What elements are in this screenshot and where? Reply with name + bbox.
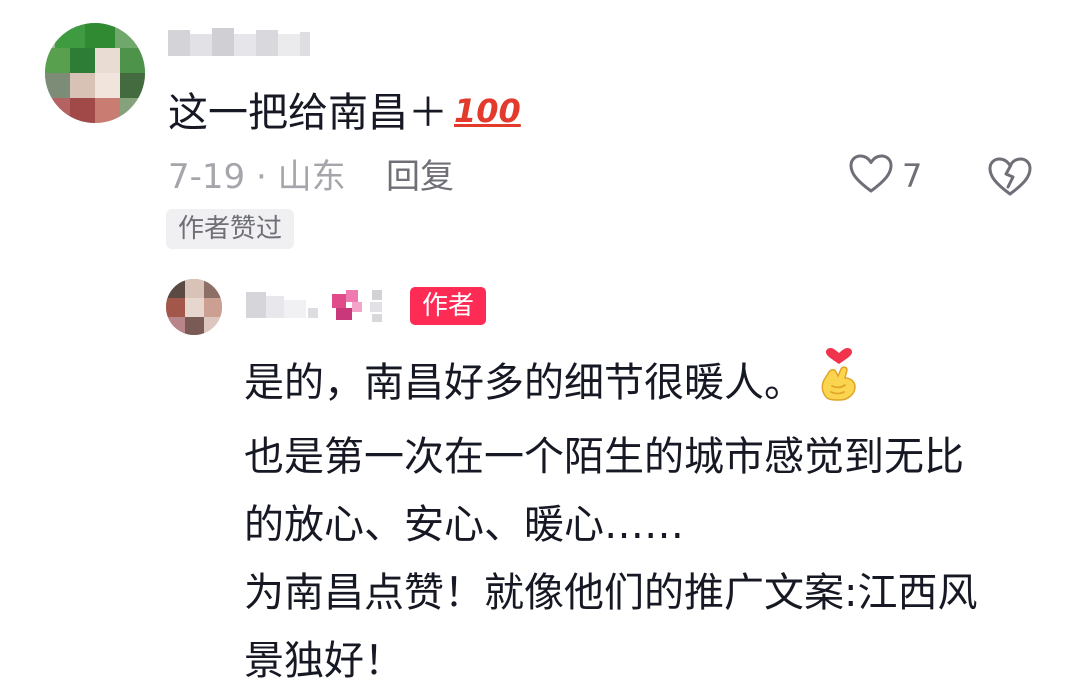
comment-date-location: 7-19 · 山东 — [168, 157, 346, 197]
broken-heart-icon — [986, 157, 1034, 204]
comment-text: 这一把给南昌＋ 100 — [168, 85, 521, 139]
reply-line: 景独好！ — [244, 638, 404, 684]
finger-heart-icon — [818, 348, 860, 423]
author-badge: 作者 — [410, 287, 487, 325]
commenter-username[interactable] — [168, 28, 310, 58]
author-liked-tag: 作者赞过 — [166, 209, 295, 249]
like-button[interactable]: 7 — [848, 152, 922, 200]
commenter-avatar[interactable] — [45, 23, 145, 123]
reply-line: 的放心、安心、暖心…… — [244, 502, 684, 548]
author-avatar[interactable] — [166, 279, 222, 335]
dislike-button[interactable] — [986, 152, 1034, 200]
reply-line: 是的，南昌好多的细节很暖人。 — [244, 348, 977, 423]
heart-outline-icon — [848, 153, 894, 199]
reply-button[interactable]: 回复 — [386, 155, 454, 199]
comment-body: 这一把给南昌＋ — [168, 90, 448, 136]
author-username[interactable] — [244, 286, 404, 326]
hundred-points-icon: 100 — [454, 92, 521, 130]
reply-line: 也是第一次在一个陌生的城市感觉到无比 — [244, 434, 964, 480]
reply-line: 为南昌点赞！就像他们的推广文案:江西风 — [244, 570, 978, 616]
like-count: 7 — [902, 157, 923, 195]
reply-text: 是的，南昌好多的细节很暖人。 也是第一次在一个陌生的城市感觉到无比 的放心、安心… — [244, 348, 977, 695]
